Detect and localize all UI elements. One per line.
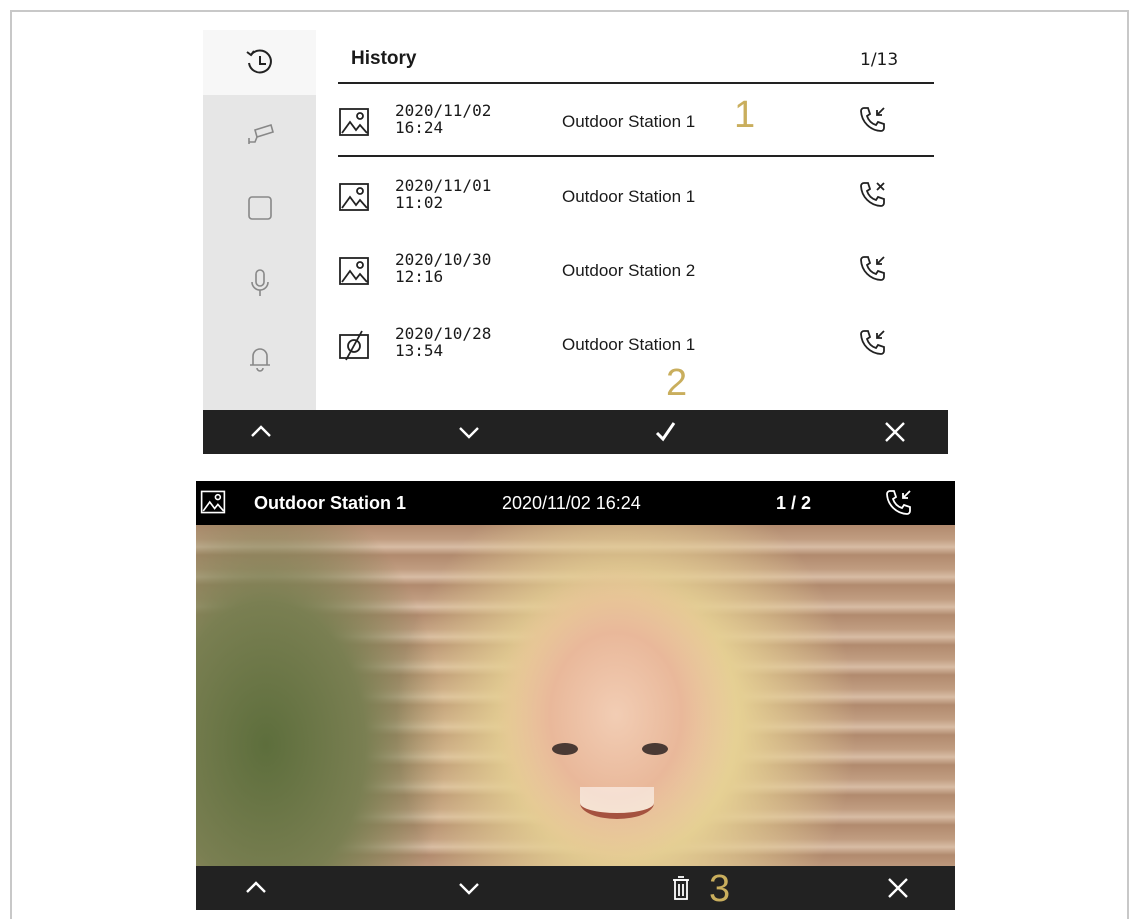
chevron-up-icon [246, 881, 266, 893]
list-item[interactable]: 2020/10/30 12:16 Outdoor Station 2 [338, 235, 934, 305]
entry-date: 2020/11/02 16:24 [395, 101, 492, 137]
history-list: History 1/13 2020/11/02 16:24 Outdoor St… [316, 30, 948, 410]
sidebar-item-microphone[interactable] [203, 245, 316, 320]
sidebar-item-square[interactable] [203, 170, 316, 245]
callout-marker: 2 [666, 362, 688, 404]
photo-detail [580, 787, 654, 819]
photo-viewer: Outdoor Station 1 2020/11/02 16:24 1 / 2 [196, 481, 955, 910]
down-button[interactable] [439, 866, 499, 910]
callout-marker: 3 [709, 868, 731, 910]
list-item[interactable]: 2020/11/01 11:02 Outdoor Station 1 [338, 161, 934, 231]
up-button[interactable] [226, 866, 286, 910]
top-navigation-bar [203, 410, 948, 454]
check-icon [655, 422, 676, 442]
photo-detail [642, 743, 668, 755]
page-title: History [351, 48, 417, 69]
close-icon [888, 878, 908, 898]
photo-header: Outdoor Station 1 2020/11/02 16:24 1 / 2 [196, 481, 955, 525]
call-incoming-icon [886, 490, 911, 515]
sidebar-item-camera[interactable] [203, 95, 316, 170]
image-icon [339, 257, 369, 285]
bell-icon [249, 347, 270, 372]
photo-detail [552, 743, 578, 755]
entry-station: Outdoor Station 1 [562, 335, 696, 354]
confirm-button[interactable] [635, 410, 695, 454]
divider [338, 82, 934, 84]
trash-icon [673, 876, 689, 900]
photo-datetime: 2020/11/02 16:24 [502, 493, 641, 513]
chevron-down-icon [459, 883, 479, 895]
page-counter: 1/13 [860, 50, 899, 70]
entry-station: Outdoor Station 1 [562, 112, 696, 131]
visitor-photo [196, 525, 955, 866]
close-icon [885, 422, 905, 442]
entry-station: Outdoor Station 2 [562, 261, 696, 280]
microphone-icon [250, 268, 269, 296]
no-image-icon [339, 330, 369, 361]
history-icon [245, 48, 272, 73]
sidebar-item-bell[interactable] [203, 320, 316, 395]
image-icon [339, 108, 369, 136]
up-button[interactable] [231, 410, 291, 454]
call-missed-icon [860, 182, 885, 207]
sidebar-item-history[interactable] [203, 30, 316, 95]
delete-button[interactable] [651, 866, 711, 910]
call-incoming-icon [860, 256, 885, 281]
call-incoming-icon [860, 330, 885, 355]
image-icon [339, 183, 369, 211]
photo-page-counter: 1 / 2 [776, 493, 812, 513]
chevron-up-icon [251, 425, 271, 437]
photo-station: Outdoor Station 1 [254, 493, 406, 513]
close-button[interactable] [868, 866, 928, 910]
image-icon [200, 490, 226, 514]
down-button[interactable] [439, 410, 499, 454]
square-icon [247, 195, 272, 220]
chevron-down-icon [459, 427, 479, 439]
entry-date: 2020/10/30 12:16 [395, 250, 492, 286]
entry-date: 2020/10/28 13:54 [395, 324, 492, 360]
camera-icon [247, 123, 274, 144]
sidebar [203, 30, 316, 410]
callout-marker: 1 [734, 94, 756, 136]
close-button[interactable] [865, 410, 925, 454]
photo-navigation-bar [196, 866, 955, 910]
entry-station: Outdoor Station 1 [562, 187, 696, 206]
call-incoming-icon [860, 107, 885, 132]
list-item[interactable]: 2020/11/02 16:24 Outdoor Station 1 [338, 86, 934, 156]
divider [338, 155, 934, 157]
list-item[interactable]: 2020/10/28 13:54 Outdoor Station 1 [338, 309, 934, 379]
entry-date: 2020/11/01 11:02 [395, 176, 492, 212]
